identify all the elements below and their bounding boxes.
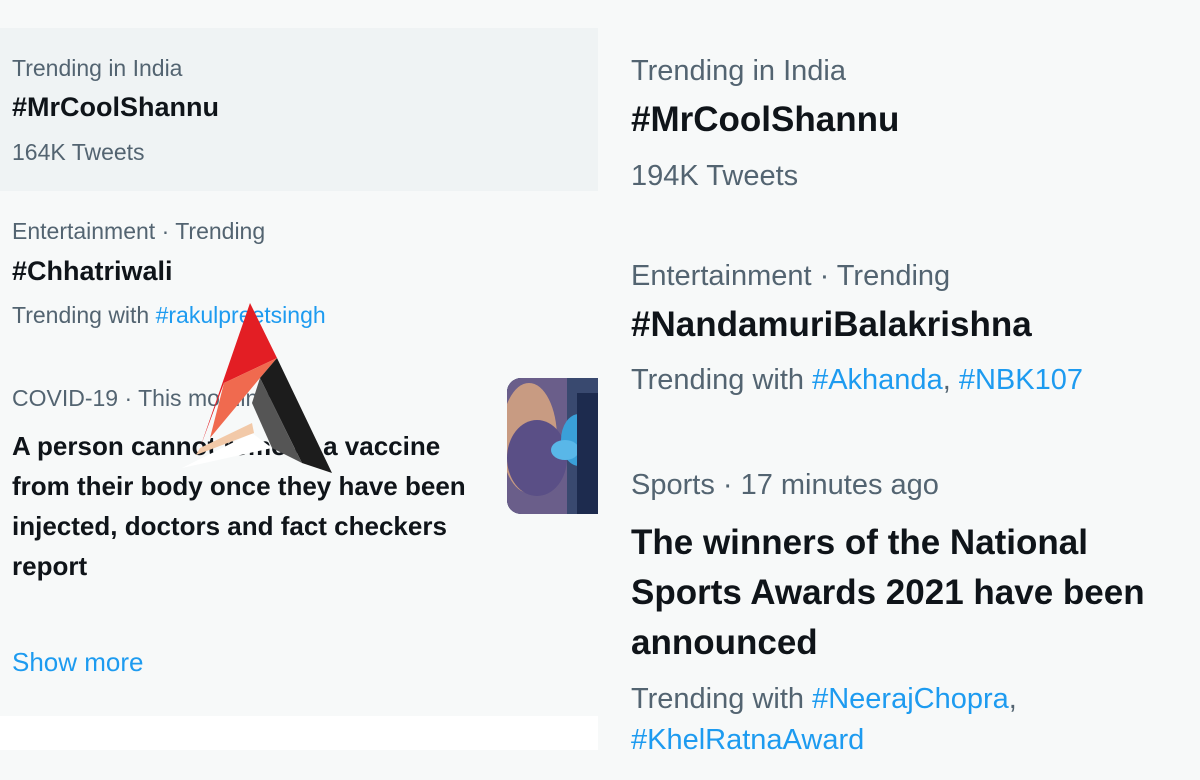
news-headline: The winners of the National Sports Award…	[631, 523, 1145, 662]
vaccine-thumbnail-image	[507, 378, 598, 514]
panel-bottom-edge	[0, 716, 598, 750]
trending-with-label: Trending with	[12, 302, 150, 328]
trend-context: Entertainment · Trending	[631, 260, 951, 292]
trend-context: Trending in India	[12, 55, 183, 81]
trend-tweet-count: 194K Tweets	[631, 160, 799, 192]
trending-with-line: Trending with #NeerajChopra,	[631, 683, 1017, 716]
trending-with-label: Trending with	[631, 364, 805, 396]
watermark-logo-icon	[182, 303, 332, 473]
trend-title: #NandamuriBalakrishna	[631, 305, 1032, 344]
news-context: Sports · 17 minutes ago	[631, 469, 939, 501]
trending-with-label: Trending with	[631, 683, 805, 715]
hashtag-link-nbk107[interactable]: #NBK107	[959, 364, 1083, 396]
trend-title: #MrCoolShannu	[12, 92, 219, 122]
trending-with-line: Trending with #Akhanda, #NBK107	[631, 364, 1083, 397]
trend-title: #MrCoolShannu	[631, 100, 900, 139]
hashtag-separator: ,	[1008, 683, 1017, 715]
trend-item-mrcoolshannu[interactable]: Trending in India #MrCoolShannu 164K Twe…	[0, 28, 598, 191]
trend-context: Entertainment · Trending	[12, 218, 266, 244]
hashtag-link-neerajchopra[interactable]: #NeerajChopra	[812, 683, 1009, 715]
trend-tweet-count: 164K Tweets	[12, 139, 145, 165]
hashtag-link-khelratnaaward[interactable]: #KhelRatnaAward	[631, 724, 864, 756]
trend-title: #Chhatriwali	[12, 256, 173, 286]
right-trends-panel: Trending in India #MrCoolShannu 194K Twe…	[598, 0, 1200, 780]
trend-context: Trending in India	[631, 55, 846, 87]
hashtag-separator: ,	[942, 364, 951, 396]
trending-with-line-continued: #KhelRatnaAward	[631, 724, 864, 757]
show-more-link[interactable]: Show more	[12, 647, 144, 678]
news-thumbnail	[507, 378, 598, 514]
hashtag-link-akhanda[interactable]: #Akhanda	[812, 364, 943, 396]
